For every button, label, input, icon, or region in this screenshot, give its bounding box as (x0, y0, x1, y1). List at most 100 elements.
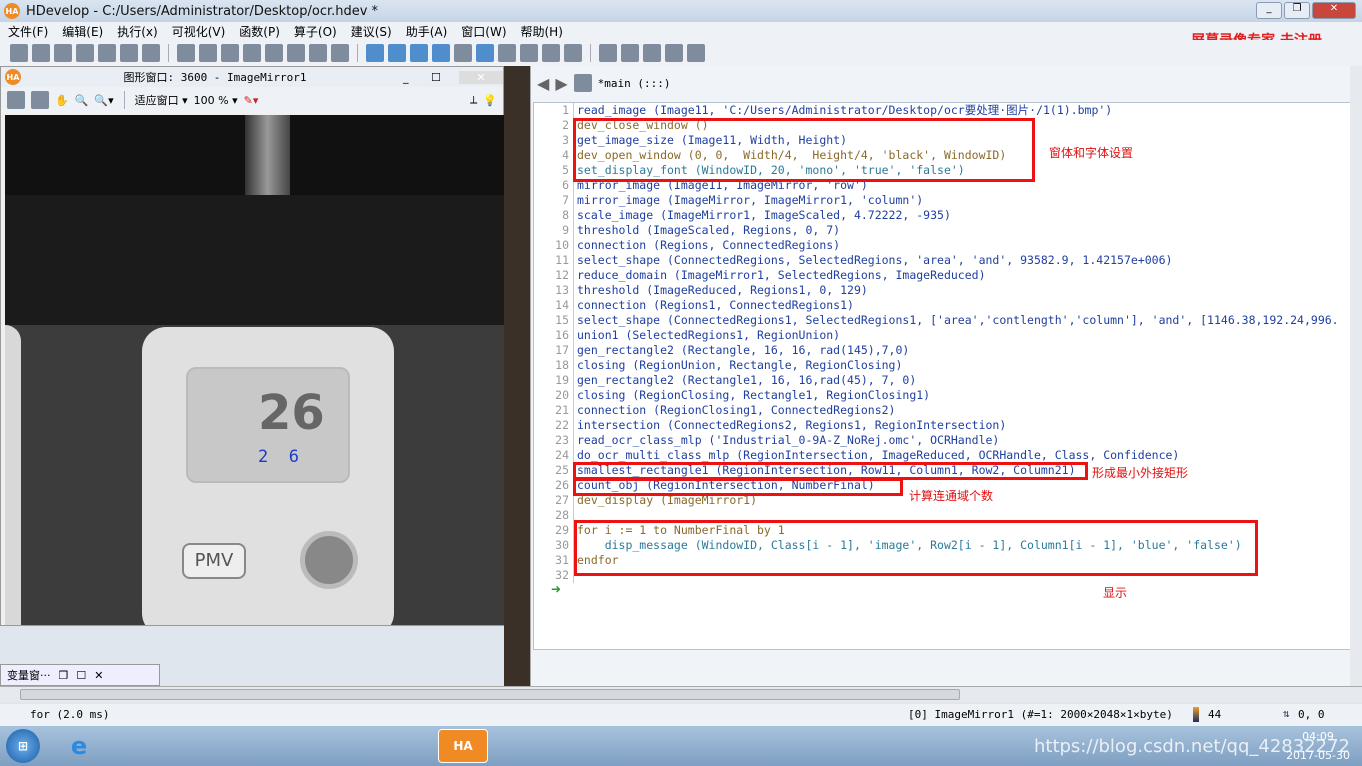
profiler-icon[interactable] (542, 44, 560, 62)
cut-icon[interactable] (177, 44, 195, 62)
reset-program-icon[interactable] (498, 44, 516, 62)
reset-all-icon[interactable] (520, 44, 538, 62)
reset-icon[interactable] (476, 44, 494, 62)
code-line[interactable]: 22 intersection (ConnectedRegions2, Regio… (534, 418, 1350, 433)
close-button[interactable]: ✕ (459, 70, 503, 84)
close-icon[interactable]: ✕ (94, 669, 103, 682)
timer-icon[interactable] (564, 44, 582, 62)
color-icon[interactable]: ✎▾ (244, 94, 259, 107)
maximize-button[interactable]: ❐ (1284, 2, 1310, 19)
variable-window-tab[interactable]: 变量窗··· ❐ ☐ ✕ (0, 664, 160, 686)
save-as-icon[interactable] (98, 44, 116, 62)
feature-histogram-icon[interactable] (643, 44, 661, 62)
control-panel-icon[interactable] (182, 729, 232, 763)
clock[interactable]: 04:09 2017-05-30 (1286, 730, 1350, 762)
line-number: 29 (534, 523, 574, 538)
minimize-button[interactable]: _ (1256, 2, 1282, 19)
code-line[interactable]: 1 read_image (Image11, 'C:/Users/Administ… (534, 103, 1350, 118)
maximize-icon[interactable]: ☐ (76, 669, 86, 682)
run-icon[interactable] (366, 44, 384, 62)
paste-icon[interactable] (221, 44, 239, 62)
code-line[interactable]: 24 do_ocr_multi_class_mlp (RegionIntersec… (534, 448, 1350, 463)
code-line[interactable]: 18 closing (RegionUnion, Rectangle, Regio… (534, 358, 1350, 373)
undo-icon[interactable] (243, 44, 261, 62)
help-icon[interactable] (599, 44, 617, 62)
forward-icon[interactable]: ▶ (555, 74, 567, 93)
hand-icon[interactable]: ✋ (55, 94, 69, 107)
menu-assistants[interactable]: 助手(A) (406, 23, 448, 40)
code-line[interactable]: 17 gen_rectangle2 (Rectangle, 16, 16, rad… (534, 343, 1350, 358)
magnifier-icon[interactable]: 🔍 (75, 94, 89, 107)
current-line-arrow-icon: ➜ (551, 582, 562, 596)
code-line[interactable]: 16 union1 (SelectedRegions1, RegionUnion) (534, 328, 1350, 343)
ie-icon[interactable]: e (54, 729, 104, 763)
lightbulb-icon[interactable]: 💡 (483, 94, 497, 107)
horizontal-scrollbar[interactable] (0, 686, 1362, 702)
activate-icon[interactable] (287, 44, 305, 62)
image-viewer-icon[interactable] (142, 44, 160, 62)
code-line[interactable]: 11 select_shape (ConnectedRegions, Select… (534, 253, 1350, 268)
new-icon[interactable] (10, 44, 28, 62)
vertical-scrollbar[interactable] (1350, 66, 1362, 686)
copy-icon[interactable] (199, 44, 217, 62)
code-line[interactable]: 13 threshold (ImageReduced, Regions1, 0, … (534, 283, 1350, 298)
restore-icon[interactable]: ❐ (59, 669, 69, 682)
menu-file[interactable]: 文件(F) (8, 23, 48, 40)
open-example-icon[interactable] (54, 44, 72, 62)
teamviewer-icon[interactable] (246, 729, 296, 763)
find-icon[interactable] (331, 44, 349, 62)
code-line[interactable]: 23 read_ocr_class_mlp ('Industrial_0-9A-Z… (534, 433, 1350, 448)
step-over-icon[interactable] (388, 44, 406, 62)
maximize-button[interactable]: ☐ (431, 71, 459, 84)
procedure-icon[interactable] (573, 74, 592, 92)
gray-histogram-icon[interactable] (621, 44, 639, 62)
menu-procedures[interactable]: 函数(P) (239, 23, 280, 40)
graphics-window-title: 图形窗口: 3600 - ImageMirror1 (123, 71, 307, 84)
menu-visualize[interactable]: 可视化(V) (172, 23, 226, 40)
fit-window-dropdown[interactable]: 适应窗口 ▾ (135, 92, 188, 108)
code-line[interactable]: 10 connection (Regions, ConnectedRegions) (534, 238, 1350, 253)
code-line[interactable]: 9 threshold (ImageScaled, Regions, 0, 7) (534, 223, 1350, 238)
close-button[interactable]: ✕ (1312, 2, 1356, 19)
zoom-in-icon[interactable]: 🔍▾ (94, 94, 113, 107)
step-into-icon[interactable] (410, 44, 428, 62)
code-line[interactable]: 14 connection (Regions1, ConnectedRegions… (534, 298, 1350, 313)
3d-axis-icon[interactable]: ⟂ (470, 93, 477, 107)
code-line[interactable]: 12 reduce_domain (ImageMirror1, SelectedR… (534, 268, 1350, 283)
menu-edit[interactable]: 编辑(E) (62, 23, 103, 40)
pen-icon[interactable] (7, 91, 25, 109)
hdevelop-task[interactable]: HA (438, 729, 488, 763)
zoom-dropdown[interactable]: 100 % ▾ (194, 94, 238, 107)
export-icon[interactable] (120, 44, 138, 62)
redo-icon[interactable] (265, 44, 283, 62)
app-icon[interactable] (118, 729, 168, 763)
window-icon[interactable] (374, 729, 424, 763)
open-icon[interactable] (32, 44, 50, 62)
browser-icon[interactable] (310, 729, 360, 763)
deactivate-icon[interactable] (309, 44, 327, 62)
line-profile-icon[interactable] (665, 44, 683, 62)
ocr-icon[interactable] (687, 44, 705, 62)
save-icon[interactable] (76, 44, 94, 62)
code-line[interactable]: 7 mirror_image (ImageMirror, ImageMirror1… (534, 193, 1350, 208)
procedure-tab[interactable]: *main (:::) (598, 77, 671, 90)
image-display[interactable]: 26 2 6 PMV (5, 115, 505, 625)
menu-help[interactable]: 帮助(H) (521, 23, 563, 40)
code-line[interactable]: 19 gen_rectangle2 (Rectangle1, 16, 16,rad… (534, 373, 1350, 388)
code-line[interactable]: 21 connection (RegionClosing1, ConnectedR… (534, 403, 1350, 418)
code-line[interactable]: 15 select_shape (ConnectedRegions1, Selec… (534, 313, 1350, 328)
code-text: reduce_domain (ImageMirror1, SelectedReg… (577, 268, 986, 282)
menu-execute[interactable]: 执行(x) (117, 23, 157, 40)
code-line[interactable]: 20 closing (RegionClosing, Rectangle1, Re… (534, 388, 1350, 403)
minimize-button[interactable]: _ (403, 71, 431, 84)
step-out-icon[interactable] (432, 44, 450, 62)
start-button[interactable]: ⊞ (6, 729, 40, 763)
menu-suggestions[interactable]: 建议(S) (351, 23, 392, 40)
annotation-smallest-rect: 形成最小外接矩形 (1092, 466, 1189, 480)
back-icon[interactable]: ◀ (537, 74, 549, 93)
menu-window[interactable]: 窗口(W) (461, 23, 506, 40)
pointer-icon[interactable] (31, 91, 49, 109)
stop-icon[interactable] (454, 44, 472, 62)
menu-operators[interactable]: 算子(O) (294, 23, 337, 40)
code-line[interactable]: 8 scale_image (ImageMirror1, ImageScaled,… (534, 208, 1350, 223)
